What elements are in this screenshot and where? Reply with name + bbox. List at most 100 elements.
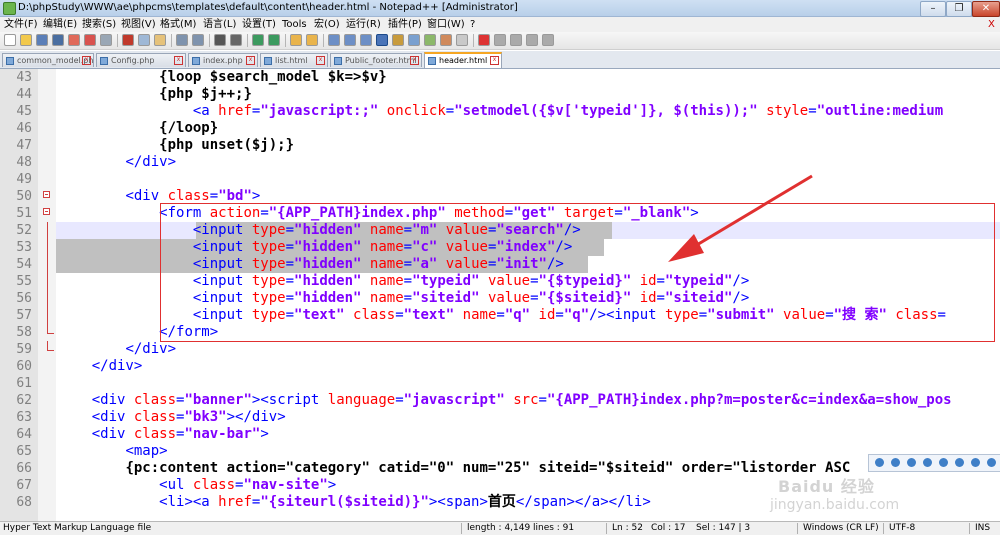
- minimize-button[interactable]: –: [920, 1, 946, 17]
- indent-guide-icon[interactable]: [360, 34, 372, 46]
- tab-close-icon[interactable]: x: [174, 56, 183, 65]
- status-separator: [461, 523, 462, 534]
- tab-label: index.php: [203, 56, 243, 65]
- floating-tool-icon[interactable]: [987, 458, 996, 467]
- cut-icon[interactable]: [122, 34, 134, 46]
- code-editor[interactable]: 43 {loop $search_model $k=>$v} 44 {php $j…: [0, 69, 1000, 521]
- tab-close-icon[interactable]: x: [246, 56, 255, 65]
- toolbar-separator: [323, 34, 324, 47]
- toolbar: [0, 32, 1000, 50]
- undo-icon[interactable]: [176, 34, 188, 46]
- status-selection: Sel : 147 | 3: [696, 523, 751, 533]
- monitoring-icon[interactable]: [440, 34, 452, 46]
- toolbar-separator: [171, 34, 172, 47]
- tab-index-php[interactable]: index.php x: [188, 53, 258, 67]
- floating-tool-icon[interactable]: [955, 458, 964, 467]
- status-separator: [969, 523, 970, 534]
- file-icon: [334, 57, 342, 65]
- menu-macro[interactable]: 宏(O): [314, 18, 340, 31]
- menu-format[interactable]: 格式(M): [160, 18, 196, 31]
- maximize-button[interactable]: ❐: [946, 1, 972, 17]
- tab-label: Config.php: [111, 56, 155, 65]
- status-bar: Hyper Text Markup Language file length :…: [0, 521, 1000, 535]
- open-file-icon[interactable]: [20, 34, 32, 46]
- floating-tool-icon[interactable]: [923, 458, 932, 467]
- status-encoding[interactable]: UTF-8: [889, 523, 915, 534]
- tab-common-model-php[interactable]: common_model.php x: [2, 53, 94, 67]
- toolbar-separator: [247, 34, 248, 47]
- save-macro-icon[interactable]: [542, 34, 554, 46]
- floating-tool-icon[interactable]: [907, 458, 916, 467]
- tab-header-html[interactable]: header.html x: [424, 52, 502, 68]
- tab-label: Public_footer.html: [345, 56, 417, 65]
- close-all-icon[interactable]: [84, 34, 96, 46]
- floating-tool-icon[interactable]: [875, 458, 884, 467]
- menu-run[interactable]: 运行(R): [346, 18, 381, 31]
- play-macro-icon[interactable]: [510, 34, 522, 46]
- tab-list-html[interactable]: list.html x: [260, 53, 328, 67]
- toolbar-separator: [117, 34, 118, 47]
- menu-tools[interactable]: Tools: [282, 18, 307, 31]
- watermark-logo: Baidu 经验: [778, 477, 875, 496]
- replace-icon[interactable]: [230, 34, 242, 46]
- title-bar: D:\phpStudy\WWW\ae\phpcms\templates\defa…: [0, 0, 1000, 17]
- folder-as-workspace-icon[interactable]: [424, 34, 436, 46]
- word-wrap-icon[interactable]: [328, 34, 340, 46]
- print-icon[interactable]: [100, 34, 112, 46]
- tab-label: header.html: [439, 56, 488, 65]
- menu-search[interactable]: 搜索(S): [82, 18, 116, 31]
- tab-close-icon[interactable]: x: [490, 56, 499, 65]
- menu-help[interactable]: ?: [470, 18, 475, 31]
- sync-vertical-icon[interactable]: [290, 34, 302, 46]
- run-macro-multiple-icon[interactable]: [526, 34, 538, 46]
- menu-file[interactable]: 文件(F): [4, 18, 38, 31]
- floating-tool-icon[interactable]: [939, 458, 948, 467]
- close-button[interactable]: ✕: [972, 1, 1000, 17]
- close-document-icon[interactable]: X: [988, 18, 995, 31]
- copy-icon[interactable]: [138, 34, 150, 46]
- function-list-icon[interactable]: [408, 34, 420, 46]
- arrow-head: [668, 234, 704, 262]
- tab-close-icon[interactable]: x: [410, 56, 419, 65]
- panel-icon[interactable]: [456, 34, 468, 46]
- window-title: D:\phpStudy\WWW\ae\phpcms\templates\defa…: [18, 2, 518, 13]
- sync-horizontal-icon[interactable]: [306, 34, 318, 46]
- status-separator: [883, 523, 884, 534]
- menu-plugins[interactable]: 插件(P): [388, 18, 422, 31]
- zoom-out-icon[interactable]: [268, 34, 280, 46]
- tab-close-icon[interactable]: x: [316, 56, 325, 65]
- paste-icon[interactable]: [154, 34, 166, 46]
- tab-close-icon[interactable]: x: [82, 56, 91, 65]
- record-macro-icon[interactable]: [478, 34, 490, 46]
- floating-tool-icon[interactable]: [891, 458, 900, 467]
- close-file-icon[interactable]: [68, 34, 80, 46]
- redo-icon[interactable]: [192, 34, 204, 46]
- status-insert-mode: INS: [975, 523, 991, 533]
- show-all-chars-icon[interactable]: [344, 34, 356, 46]
- status-eol[interactable]: Windows (CR LF): [803, 523, 879, 534]
- toolbar-separator: [473, 34, 474, 47]
- menu-view[interactable]: 视图(V): [121, 18, 156, 31]
- tab-public-footer-html[interactable]: Public_footer.html x: [330, 53, 422, 67]
- status-column: Col : 17: [651, 523, 686, 533]
- document-tab-bar: common_model.php x Config.php x index.ph…: [0, 51, 1000, 69]
- menu-settings[interactable]: 设置(T): [242, 18, 276, 31]
- status-separator: [606, 523, 607, 534]
- menu-language[interactable]: 语言(L): [203, 18, 236, 31]
- save-all-icon[interactable]: [52, 34, 64, 46]
- doc-map-icon[interactable]: [392, 34, 404, 46]
- menu-edit[interactable]: 编辑(E): [43, 18, 77, 31]
- find-icon[interactable]: [214, 34, 226, 46]
- file-icon: [192, 57, 200, 65]
- toolbar-separator: [285, 34, 286, 47]
- save-icon[interactable]: [36, 34, 48, 46]
- menu-window[interactable]: 窗口(W): [427, 18, 465, 31]
- floating-tool-icon[interactable]: [971, 458, 980, 467]
- zoom-in-icon[interactable]: [252, 34, 264, 46]
- status-separator: [797, 523, 798, 534]
- tab-config-php[interactable]: Config.php x: [96, 53, 186, 67]
- udl-icon[interactable]: [376, 34, 388, 46]
- stop-macro-icon[interactable]: [494, 34, 506, 46]
- new-file-icon[interactable]: [4, 34, 16, 46]
- status-lines: lines : 91: [533, 523, 575, 533]
